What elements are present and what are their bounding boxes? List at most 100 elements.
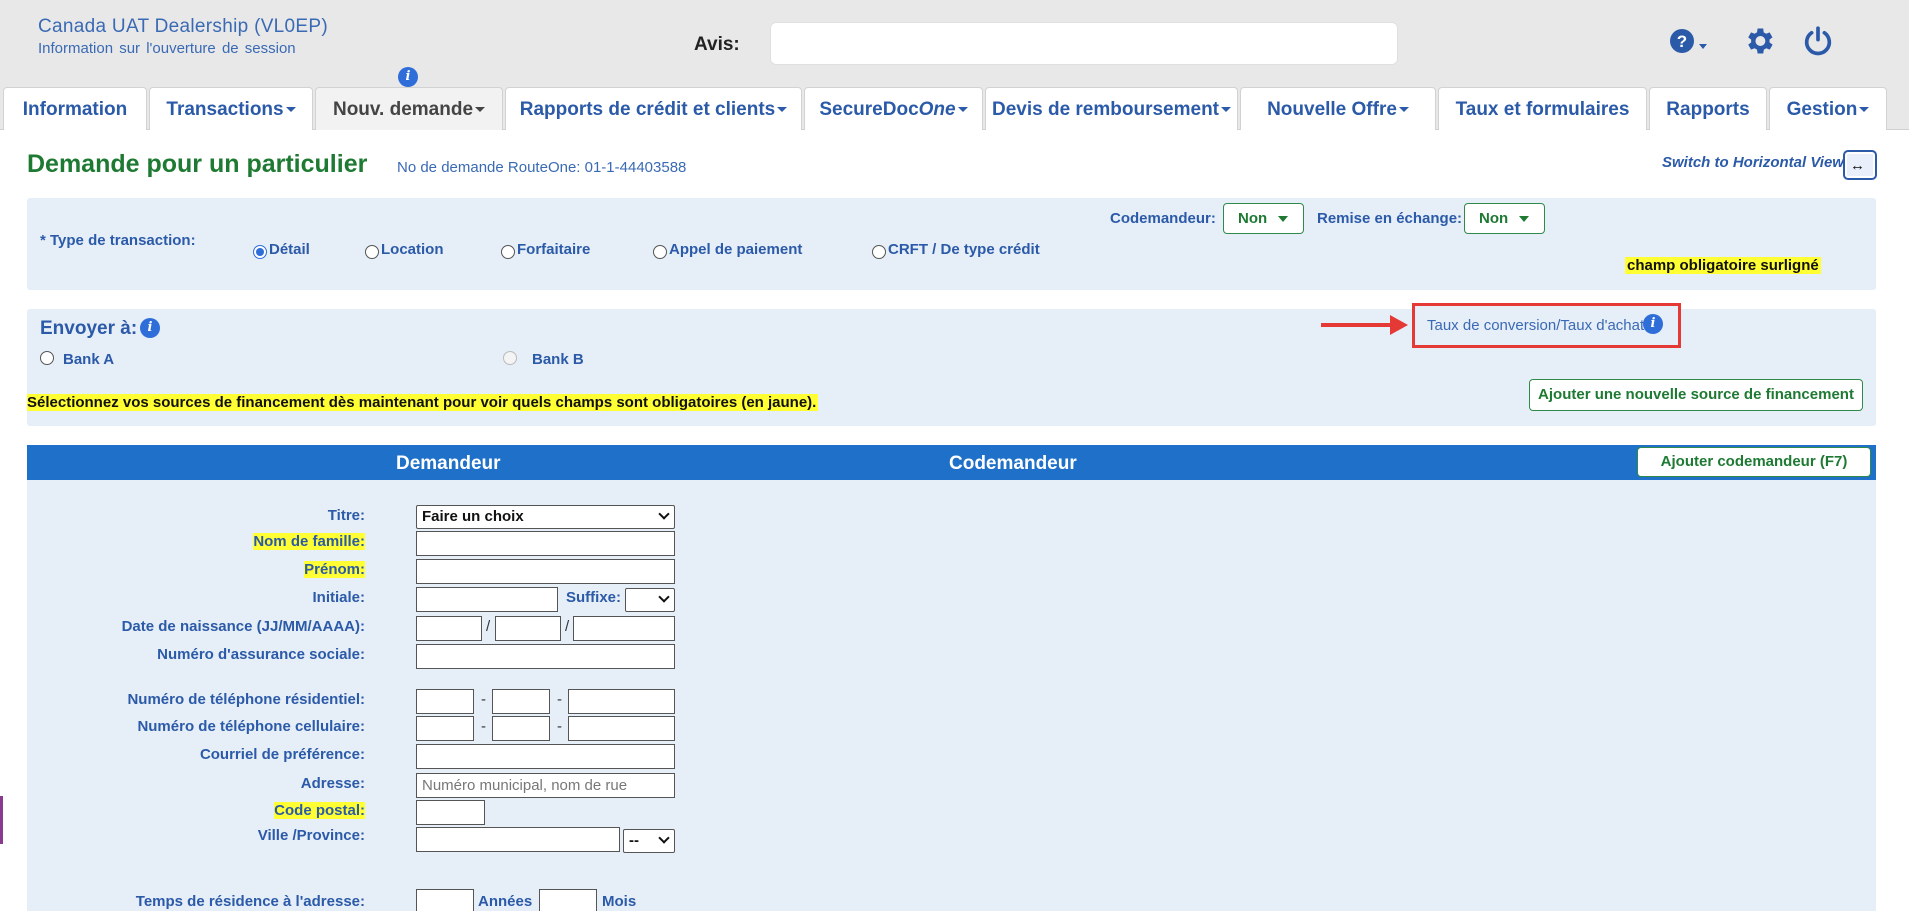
help-icon[interactable]: ?: [1668, 24, 1707, 58]
svg-text:?: ?: [1677, 32, 1687, 51]
conversion-rate-highlight: Taux de conversion/Taux d'achat i: [1412, 303, 1681, 348]
tab-transactions[interactable]: Transactions: [149, 87, 313, 130]
radio-crft-label: CRFT / De type crédit: [888, 241, 1040, 258]
applicant-header-bar: Demandeur Codemandeur Ajouter codemandeu…: [27, 445, 1876, 480]
home-phone-prefix-input[interactable]: [492, 689, 550, 714]
chevron-down-icon: [658, 832, 670, 844]
power-icon[interactable]: [1801, 24, 1835, 58]
arrow-right-icon: [1390, 315, 1408, 335]
first-name-label: Prénom:: [304, 561, 365, 578]
applicant-title: Demandeur: [396, 453, 501, 474]
coapplicant-label: Codemandeur:: [1110, 210, 1216, 227]
radio-balloon-label: Forfaitaire: [517, 241, 591, 258]
title-label: Titre:: [327, 507, 365, 524]
cell-phone-line-input[interactable]: [568, 716, 675, 741]
radio-payment-call[interactable]: [653, 245, 667, 259]
dob-label: Date de naissance (JJ/MM/AAAA):: [121, 618, 365, 635]
years-label: Années: [478, 893, 533, 910]
tab-reports[interactable]: Rapports: [1649, 87, 1767, 130]
home-phone-area-input[interactable]: [416, 689, 474, 714]
switch-view-link[interactable]: Switch to Horizontal View: [1662, 154, 1844, 171]
info-icon[interactable]: i: [398, 67, 418, 87]
info-icon[interactable]: i: [1643, 314, 1663, 334]
tradein-select[interactable]: Non: [1464, 203, 1545, 234]
radio-crft[interactable]: [872, 245, 886, 259]
last-name-input[interactable]: [416, 531, 675, 556]
tab-credit-reports[interactable]: Rapports de crédit et clients: [505, 87, 802, 130]
transaction-type-label: * Type de transaction:: [40, 232, 196, 249]
bank-b-label: Bank B: [532, 351, 584, 368]
residence-years-input[interactable]: [416, 889, 474, 911]
dealer-name: Canada UAT Dealership (VL0EP): [38, 16, 328, 37]
tab-payoff-quotes[interactable]: Devis de remboursement: [985, 87, 1238, 130]
add-funding-source-button[interactable]: Ajouter une nouvelle source de financeme…: [1529, 379, 1863, 411]
add-coapplicant-button[interactable]: Ajouter codemandeur (F7): [1637, 447, 1871, 477]
tab-new-offer[interactable]: Nouvelle Offre: [1240, 87, 1436, 130]
cell-phone-prefix-input[interactable]: [492, 716, 550, 741]
applicant-form: Titre: Faire un choix Nom de famille: Pr…: [27, 480, 1876, 911]
main-nav-tabs: Information Transactions Nouv. demande R…: [0, 87, 1909, 130]
caret-down-icon: [1398, 107, 1409, 113]
dob-year-input[interactable]: [573, 616, 675, 641]
gear-icon[interactable]: [1742, 24, 1776, 58]
left-edge-marker: [0, 796, 3, 844]
notice-field: [770, 22, 1398, 65]
caret-down-icon: [1519, 216, 1529, 222]
cell-phone-label: Numéro de téléphone cellulaire:: [137, 718, 365, 735]
caret-down-icon: [1221, 107, 1232, 113]
tab-management[interactable]: Gestion: [1769, 87, 1887, 130]
home-phone-line-input[interactable]: [568, 689, 675, 714]
horizontal-arrows-icon: ↔: [1850, 157, 1865, 174]
cell-phone-area-input[interactable]: [416, 716, 474, 741]
switch-view-button[interactable]: ↔: [1843, 150, 1877, 180]
sin-label: Numéro d'assurance sociale:: [157, 646, 365, 663]
coapplicant-select[interactable]: Non: [1223, 203, 1304, 234]
conversion-rate-link[interactable]: Taux de conversion/Taux d'achat: [1427, 317, 1644, 334]
login-info-link[interactable]: Information sur l'ouverture de session: [38, 40, 296, 57]
province-select[interactable]: --: [623, 829, 675, 853]
notice-label: Avis:: [694, 34, 740, 55]
caret-down-icon: [777, 107, 788, 113]
annotation-arrow: [1321, 323, 1393, 327]
last-name-label: Nom de famille:: [253, 533, 365, 550]
dob-month-input[interactable]: [495, 616, 561, 641]
tab-new-request[interactable]: Nouv. demande: [315, 87, 503, 130]
suffix-select[interactable]: [625, 588, 675, 612]
residence-months-input[interactable]: [539, 889, 597, 911]
suffix-label: Suffixe:: [566, 589, 622, 606]
sin-input[interactable]: [416, 644, 675, 669]
address-input[interactable]: Numéro municipal, nom de rue: [416, 773, 675, 798]
title-select[interactable]: Faire un choix: [416, 505, 675, 529]
bank-a-label: Bank A: [63, 351, 115, 368]
initial-label: Initiale:: [312, 589, 365, 606]
radio-lease-label: Location: [381, 241, 444, 258]
chevron-down-icon: [658, 508, 670, 520]
email-label: Courriel de préférence:: [199, 746, 365, 763]
radio-retail-label: Détail: [269, 241, 310, 258]
chevron-down-icon: [658, 591, 670, 603]
caret-down-icon: [285, 107, 296, 113]
email-input[interactable]: [416, 744, 675, 769]
radio-bank-b[interactable]: [503, 351, 517, 365]
dob-day-input[interactable]: [416, 616, 482, 641]
required-field-note: champ obligatoire surligné: [1625, 257, 1821, 274]
tab-securedoc-one[interactable]: SecureDocOne: [804, 87, 983, 130]
page-title: Demande pour un particulier: [27, 150, 368, 178]
info-icon[interactable]: i: [140, 318, 160, 338]
radio-bank-a[interactable]: [40, 351, 54, 365]
first-name-input[interactable]: [416, 559, 675, 584]
radio-lease[interactable]: [365, 245, 379, 259]
caret-down-icon: [1859, 107, 1870, 113]
initial-input[interactable]: [416, 587, 558, 612]
city-input[interactable]: [416, 827, 620, 852]
tab-rates-forms[interactable]: Taux et formulaires: [1438, 87, 1647, 130]
request-number: No de demande RouteOne: 01-1-44403588: [397, 159, 687, 176]
postal-code-input[interactable]: [416, 800, 485, 825]
tab-information[interactable]: Information: [3, 87, 147, 130]
transaction-type-panel: * Type de transaction: Détail Location F…: [27, 198, 1876, 290]
radio-retail[interactable]: [253, 245, 267, 259]
postal-code-label: Code postal:: [274, 802, 365, 819]
radio-balloon[interactable]: [501, 245, 515, 259]
city-province-label: Ville /Province:: [257, 827, 365, 844]
funding-source-note: Sélectionnez vos sources de financement …: [27, 394, 819, 411]
